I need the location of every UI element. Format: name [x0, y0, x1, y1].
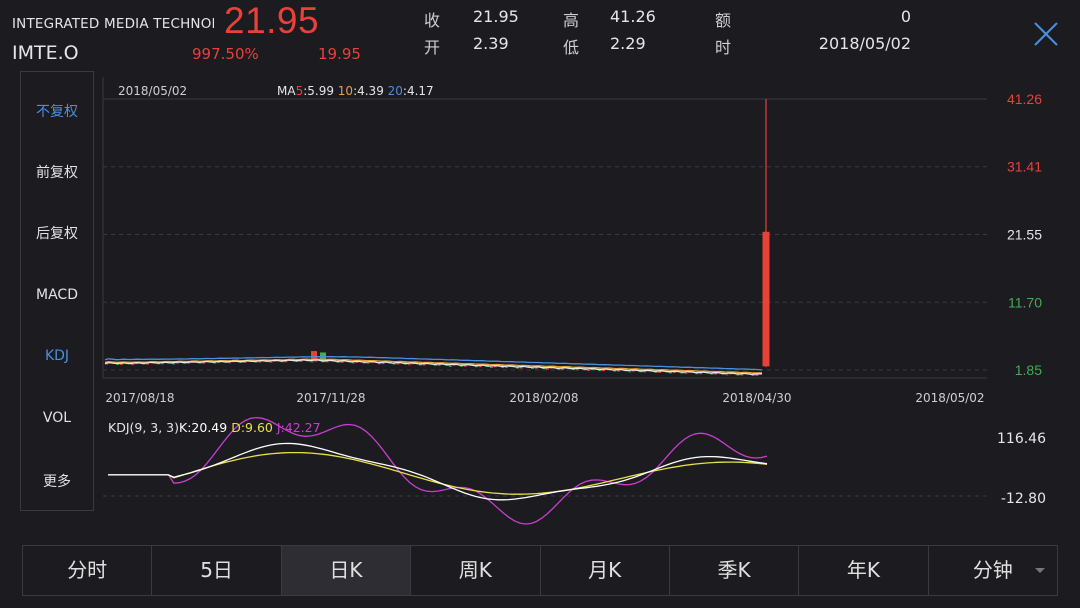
ma5-label: 5 — [296, 84, 304, 98]
kdj-y-tick: -12.80 — [1001, 491, 1046, 507]
kdj-legend: KDJ(9, 3, 3)K:20.49 D:9.60 J:42.27 — [108, 420, 321, 435]
tab-yearly-k[interactable]: 年K — [799, 546, 929, 595]
tab-daily-k[interactable]: 日K — [281, 546, 412, 595]
candles — [105, 99, 770, 376]
ma10-value: :4.39 — [353, 84, 388, 98]
ma-legend: MA5:5.99 10:4.39 20:4.17 — [277, 84, 434, 98]
kdj-title: KDJ(9, 3, 3) — [108, 420, 179, 435]
candle — [448, 365, 452, 367]
candle — [172, 363, 176, 365]
candle — [504, 366, 508, 368]
candle — [310, 361, 314, 363]
candle — [587, 370, 591, 372]
candle — [366, 362, 370, 364]
candle — [320, 352, 326, 360]
candle — [545, 368, 549, 370]
candle — [269, 361, 273, 363]
x-tick-label: 2017/11/28 — [296, 391, 365, 405]
ma5-line — [104, 359, 763, 376]
tab-quarterly-k[interactable]: 季K — [670, 546, 800, 595]
period-tabs: 分时 5日 日K 周K 月K 季K 年K 分钟 — [22, 545, 1058, 596]
candle — [684, 372, 688, 374]
ma-lines — [104, 356, 763, 376]
ma5-value: :5.99 — [303, 84, 338, 98]
candle — [643, 371, 647, 373]
candle — [489, 366, 493, 368]
tab-5day[interactable]: 5日 — [152, 546, 282, 595]
kdj-d-line — [108, 451, 768, 495]
tab-weekly-k[interactable]: 周K — [411, 546, 541, 595]
chart-labels: 41.26 31.41 21.55 11.70 1.85 2017/08/18 2017/1… — [105, 84, 1046, 507]
y-tick-label: 41.26 — [1007, 91, 1042, 107]
chevron-down-icon — [1035, 568, 1045, 573]
ma20-value: :4.17 — [403, 84, 434, 98]
y-tick-label: 1.85 — [1015, 362, 1042, 378]
tab-minute[interactable]: 分钟 — [929, 546, 1057, 595]
candle — [351, 362, 355, 364]
tab-intraday[interactable]: 分时 — [23, 546, 153, 595]
kdj-y-tick: 116.46 — [997, 431, 1046, 447]
kdj-d-value: D:9.60 — [231, 420, 277, 435]
tab-monthly-k[interactable]: 月K — [541, 546, 670, 595]
candle — [669, 372, 673, 374]
ma10-label: 10 — [338, 84, 353, 98]
tab-minute-label: 分钟 — [972, 558, 1013, 582]
candle — [628, 371, 632, 373]
chart-area[interactable]: 41.26 31.41 21.55 11.70 1.85 2017/08/18 2017/1… — [0, 0, 1080, 545]
x-tick-label: 2017/08/18 — [105, 391, 174, 405]
y-tick-label: 31.41 — [1007, 159, 1042, 175]
kdj-j-value: J:42.27 — [276, 420, 321, 435]
ma20-label: 20 — [388, 84, 403, 98]
candle — [725, 374, 729, 376]
candle — [762, 231, 770, 367]
y-tick-label: 21.55 — [1007, 227, 1042, 243]
kdj-k-value: K:20.49 — [179, 420, 231, 435]
candle — [131, 364, 135, 366]
x-tick-label: 2018/05/02 — [915, 391, 984, 405]
x-tick-label: 2018/02/08 — [509, 391, 578, 405]
candle — [531, 367, 535, 369]
y-tick-label: 11.70 — [1008, 294, 1042, 310]
ma5-label: MA — [277, 84, 296, 98]
chart-date-label: 2018/05/02 — [118, 84, 187, 98]
x-tick-label: 2018/04/30 — [722, 391, 791, 405]
candle — [407, 364, 411, 366]
